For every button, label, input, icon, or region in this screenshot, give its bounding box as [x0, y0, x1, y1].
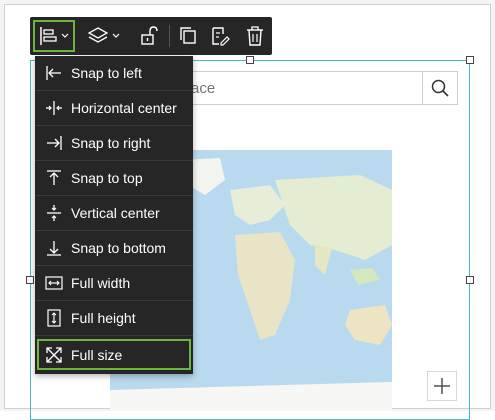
menu-item-label: Vertical center [71, 205, 160, 221]
resize-handle-left[interactable] [26, 276, 34, 284]
menu-item-full-width[interactable]: Full width [35, 266, 193, 301]
menu-item-snap-bottom[interactable]: Snap to bottom [35, 231, 193, 266]
menu-item-label: Horizontal center [71, 100, 177, 116]
full-height-icon [43, 307, 65, 329]
vertical-center-icon [43, 202, 65, 224]
menu-item-vertical-center[interactable]: Vertical center [35, 196, 193, 231]
zoom-in-button[interactable] [427, 371, 457, 401]
align-left-icon [40, 27, 69, 45]
trash-icon [247, 26, 263, 46]
lock-button[interactable] [134, 20, 164, 52]
menu-item-label: Snap to top [71, 170, 143, 186]
snap-right-icon [43, 132, 65, 154]
menu-item-label: Snap to right [71, 135, 151, 151]
copy-style-button[interactable] [205, 20, 235, 52]
search-button[interactable] [422, 72, 457, 104]
copy-icon [180, 27, 196, 44]
widget-toolbar [30, 17, 272, 55]
toolbar-separator [169, 25, 170, 47]
horizontal-center-icon [43, 97, 65, 119]
unlock-icon [141, 26, 158, 45]
duplicate-button[interactable] [173, 20, 203, 52]
search-input[interactable] [179, 72, 423, 104]
search-box [178, 71, 458, 105]
resize-handle-right[interactable] [466, 276, 474, 284]
snap-bottom-icon [43, 237, 65, 259]
align-button[interactable] [33, 20, 75, 52]
search-icon [431, 79, 449, 97]
snap-top-icon [43, 167, 65, 189]
align-menu: Snap to left Horizontal center Snap to r… [35, 56, 193, 374]
snap-left-icon [43, 62, 65, 84]
delete-button[interactable] [240, 20, 270, 52]
full-width-icon [43, 272, 65, 294]
menu-item-label: Full height [71, 310, 136, 326]
menu-item-label: Snap to bottom [71, 240, 166, 256]
menu-item-label: Snap to left [71, 65, 142, 81]
menu-item-label: Full width [71, 275, 131, 291]
resize-handle-top[interactable] [246, 56, 254, 64]
layers-icon [87, 27, 120, 43]
arrange-button[interactable] [82, 20, 126, 52]
plus-icon [434, 378, 450, 394]
menu-item-snap-top[interactable]: Snap to top [35, 161, 193, 196]
menu-item-snap-right[interactable]: Snap to right [35, 126, 193, 161]
menu-item-snap-left[interactable]: Snap to left [35, 56, 193, 91]
menu-item-full-size[interactable]: Full size [35, 337, 193, 372]
paste-style-icon [212, 27, 230, 46]
menu-item-label: Full size [71, 346, 123, 363]
full-size-icon [43, 344, 65, 366]
resize-handle-top-right[interactable] [466, 56, 474, 64]
menu-item-full-height[interactable]: Full height [35, 301, 193, 336]
menu-item-horizontal-center[interactable]: Horizontal center [35, 91, 193, 126]
